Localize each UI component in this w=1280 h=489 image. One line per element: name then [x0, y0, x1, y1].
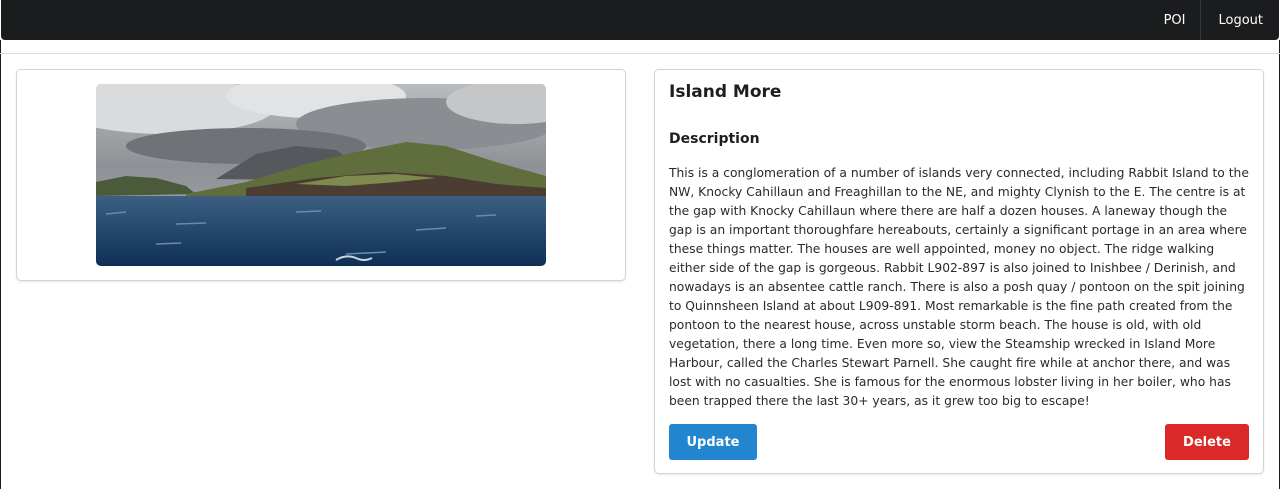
nav-item-logout[interactable]: Logout [1200, 0, 1279, 40]
update-button[interactable]: Update [669, 424, 757, 460]
nav-item-poi[interactable]: POI [1149, 0, 1201, 40]
image-card [17, 70, 625, 280]
description-heading: Description [669, 131, 760, 147]
island-photo [96, 84, 546, 266]
left-edge [0, 40, 1, 489]
poi-details-card: Island More Description This is a conglo… [655, 70, 1263, 473]
delete-button[interactable]: Delete [1165, 424, 1249, 460]
poi-title: Island More [669, 82, 782, 102]
header-divider [0, 53, 1280, 54]
top-menu-bar: POI Logout [1, 0, 1279, 40]
poi-description: This is a conglomeration of a number of … [669, 166, 1249, 408]
